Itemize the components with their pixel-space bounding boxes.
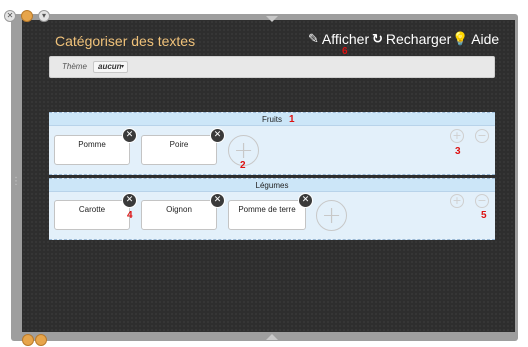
add-category-button[interactable]: + [450,129,464,143]
category-title: Fruits [262,115,282,124]
theme-select[interactable]: aucun ▾ [93,61,128,73]
theme-value: aucun [98,62,122,71]
app-title: Catégoriser des textes [55,33,196,49]
reload-icon: ↻ [372,31,383,47]
annotation-2: 2 [240,160,246,171]
close-icon[interactable]: ✕ [122,193,137,208]
card-label: Oignon [166,205,192,214]
lightbulb-icon: 💡 [452,31,469,47]
bottom-resize-handle[interactable] [266,334,278,340]
category-header-fruits[interactable]: Fruits [49,113,495,126]
afficher-button[interactable]: ✎ Afficher [308,31,369,47]
annotation-5: 5 [481,210,487,221]
card-label: Pomme de terre [238,205,296,214]
chevron-down-icon[interactable]: ▾ [38,10,50,22]
recharger-button[interactable]: ↻ Recharger [372,31,451,47]
remove-category-button[interactable]: − [475,129,489,143]
card-label: Poire [169,140,189,149]
theme-label: Thème [62,62,87,71]
aide-button[interactable]: 💡 Aide [452,31,499,47]
text-card-carotte[interactable]: Carotte [54,200,130,230]
text-card-oignon[interactable]: Oignon [141,200,217,230]
annotation-4: 4 [127,210,133,221]
annotation-3: 3 [455,146,461,157]
card-label: Pomme [78,140,106,149]
recharger-label: Recharger [385,31,452,47]
category-header-legumes[interactable]: Légumes [49,179,495,192]
top-resize-handle[interactable] [266,16,278,22]
bottom-orange-button[interactable] [22,334,34,346]
text-card-pomme[interactable]: Pomme [54,135,130,165]
category-title: Légumes [255,181,289,190]
chevron-down-icon: ▾ [120,63,124,70]
close-window-button[interactable]: ✕ [4,10,16,22]
add-card-button[interactable]: + [316,200,347,231]
annotation-1: 1 [289,114,295,125]
remove-category-button[interactable]: − [475,194,489,208]
text-card-poire[interactable]: Poire [141,135,217,165]
close-icon[interactable]: ✕ [210,128,225,143]
pencil-icon: ✎ [308,31,319,47]
side-resize-handle[interactable]: ⋮ [11,176,21,187]
text-card-pomme-de-terre[interactable]: Pomme de terre [228,200,306,230]
afficher-label: Afficher [321,31,370,47]
bottom-orange-button-2[interactable] [35,334,47,346]
add-category-button[interactable]: + [450,194,464,208]
theme-bar: Thème aucun ▾ [49,56,495,78]
close-icon[interactable]: ✕ [298,193,313,208]
close-icon[interactable]: ✕ [122,128,137,143]
close-icon[interactable]: ✕ [210,193,225,208]
card-label: Carotte [78,205,106,214]
aide-label: Aide [471,31,500,47]
minimize-window-button[interactable] [21,10,33,22]
